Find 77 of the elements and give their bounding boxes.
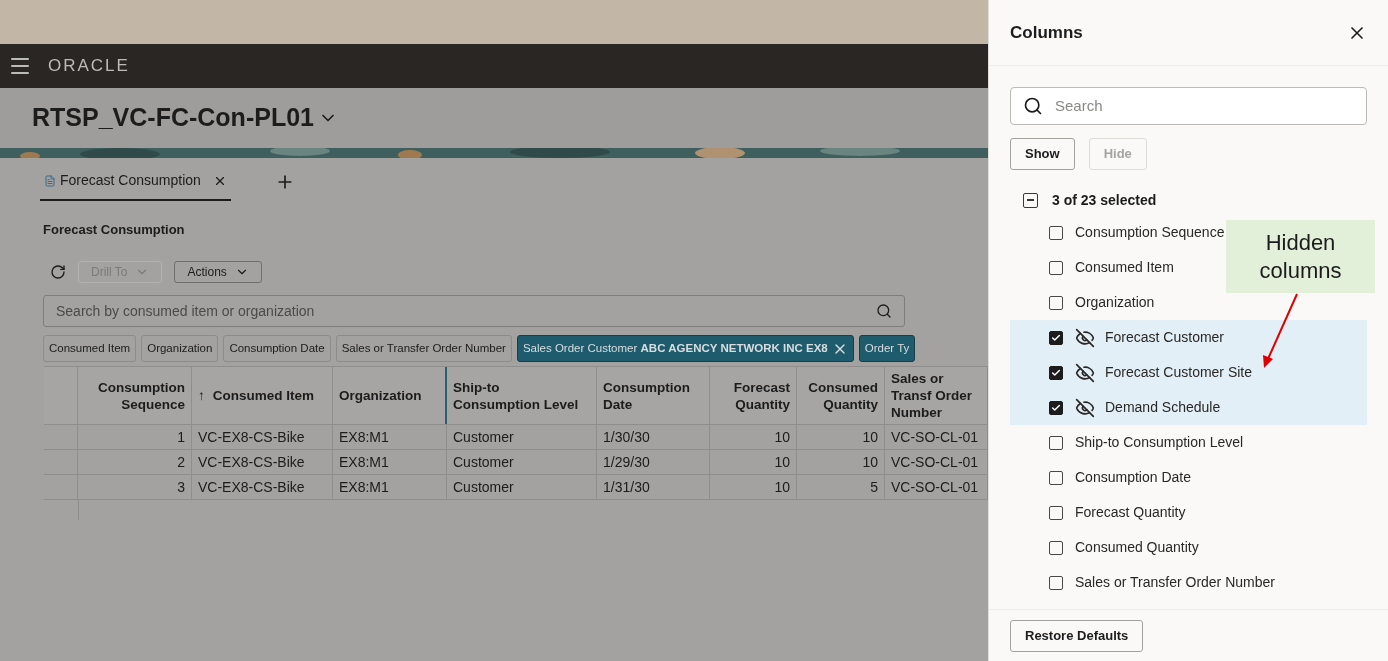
partial-checkbox[interactable] [1023, 192, 1038, 208]
table-cell: EX8:M1 [333, 425, 447, 449]
check-icon [1051, 402, 1061, 413]
section-title: Forecast Consumption [43, 222, 185, 237]
check-icon [1051, 332, 1061, 343]
filter-chip[interactable]: Sales Order Customer ABC AGENCY NETWORK INC EX8 [516, 335, 854, 362]
table-cell: 2 [78, 450, 192, 474]
column-header[interactable]: Organization [333, 367, 447, 424]
toolbar-button[interactable]: Actions [174, 261, 262, 283]
restore-defaults-button[interactable]: Restore Defaults [1010, 619, 1144, 652]
selection-count: 3 of 23 selected [1052, 190, 1157, 210]
filter-chip[interactable]: Organization [141, 335, 219, 362]
column-option[interactable]: Demand Schedule [1049, 390, 1221, 425]
table-cell: 1/30/30 [597, 425, 710, 449]
table-cell: VC-EX8-CS-Bike [192, 425, 333, 449]
checkbox[interactable] [1049, 575, 1063, 590]
column-header[interactable]: Consumed Quantity [797, 367, 885, 424]
table-cell: EX8:M1 [333, 475, 447, 499]
column-option[interactable]: Forecast Quantity [1049, 495, 1186, 530]
checkbox[interactable] [1049, 435, 1063, 450]
filter-chip[interactable]: Consumed Item [43, 335, 137, 362]
column-option[interactable]: Consumed Item [1049, 250, 1174, 285]
checkbox[interactable] [1049, 540, 1063, 555]
table-cell: 10 [710, 450, 797, 474]
column-header[interactable]: Forecast Quantity [710, 367, 797, 424]
column-option[interactable]: Consumption Sequence [1049, 215, 1225, 250]
column-option[interactable]: Organization [1049, 285, 1155, 320]
search-field[interactable]: Search by consumed item or organization [43, 295, 905, 327]
column-option[interactable]: Forecast Customer [1049, 320, 1225, 355]
table-cell: 3 [78, 475, 192, 499]
table-cell: Customer [447, 450, 597, 474]
column-header[interactable]: Consumption Sequence [78, 367, 192, 424]
table-cell: 1/29/30 [597, 450, 710, 474]
table-cell: 1 [78, 425, 192, 449]
checkbox[interactable] [1049, 295, 1063, 310]
checkbox[interactable] [1049, 505, 1063, 520]
checkbox[interactable] [1049, 470, 1063, 485]
search-field[interactable]: Search [1010, 87, 1367, 125]
annotation-callout: Hidden columns [1226, 220, 1375, 293]
tab[interactable]: Forecast Consumption [40, 170, 231, 201]
checkbox[interactable] [1049, 400, 1063, 415]
filter-chip[interactable]: Order Ty [858, 335, 916, 362]
page-title: RTSP_VC-FC-Con-PL01 [32, 102, 314, 134]
panel-button[interactable]: Show [1010, 138, 1075, 170]
search-icon[interactable] [876, 303, 892, 319]
table-cell: 10 [710, 425, 797, 449]
brand-logo: ORACLE [48, 55, 130, 78]
column-option[interactable]: Ship-to Consumption Level [1049, 425, 1244, 460]
table-cell: 10 [797, 425, 885, 449]
search-icon [1023, 96, 1043, 116]
column-header[interactable]: Consumption Date [597, 367, 710, 424]
document-icon [44, 174, 56, 187]
panel-title: Columns [1010, 21, 1083, 44]
column-header[interactable]: Ship-to Consumption Level [447, 367, 597, 424]
table-cell: 10 [797, 450, 885, 474]
column-option[interactable]: Forecast Customer Site [1049, 355, 1253, 390]
filter-chip[interactable]: Consumption Date [223, 335, 331, 362]
filter-chip[interactable]: Sales or Transfer Order Number [335, 335, 512, 362]
checkbox[interactable] [1049, 330, 1063, 345]
table-cell: VC-EX8-CS-Bike [192, 450, 333, 474]
check-icon [1051, 367, 1061, 378]
checkbox[interactable] [1049, 225, 1063, 240]
checkbox[interactable] [1049, 260, 1063, 275]
column-header[interactable]: ↑ Consumed Item [192, 367, 333, 424]
table-cell: EX8:M1 [333, 450, 447, 474]
table-cell: 10 [710, 475, 797, 499]
checkbox[interactable] [1049, 365, 1063, 380]
table-cell: 1/31/30 [597, 475, 710, 499]
column-option[interactable]: Sales or Transfer Order Number [1049, 565, 1275, 600]
table-cell: Customer [447, 425, 597, 449]
column-option[interactable]: Consumed Quantity [1049, 530, 1199, 565]
sort-arrow: ↑ [198, 387, 205, 404]
column-option[interactable]: Consumption Date [1049, 460, 1191, 495]
table-cell: 5 [797, 475, 885, 499]
table-cell: Customer [447, 475, 597, 499]
table-cell: VC-EX8-CS-Bike [192, 475, 333, 499]
refresh-icon[interactable] [50, 264, 66, 280]
